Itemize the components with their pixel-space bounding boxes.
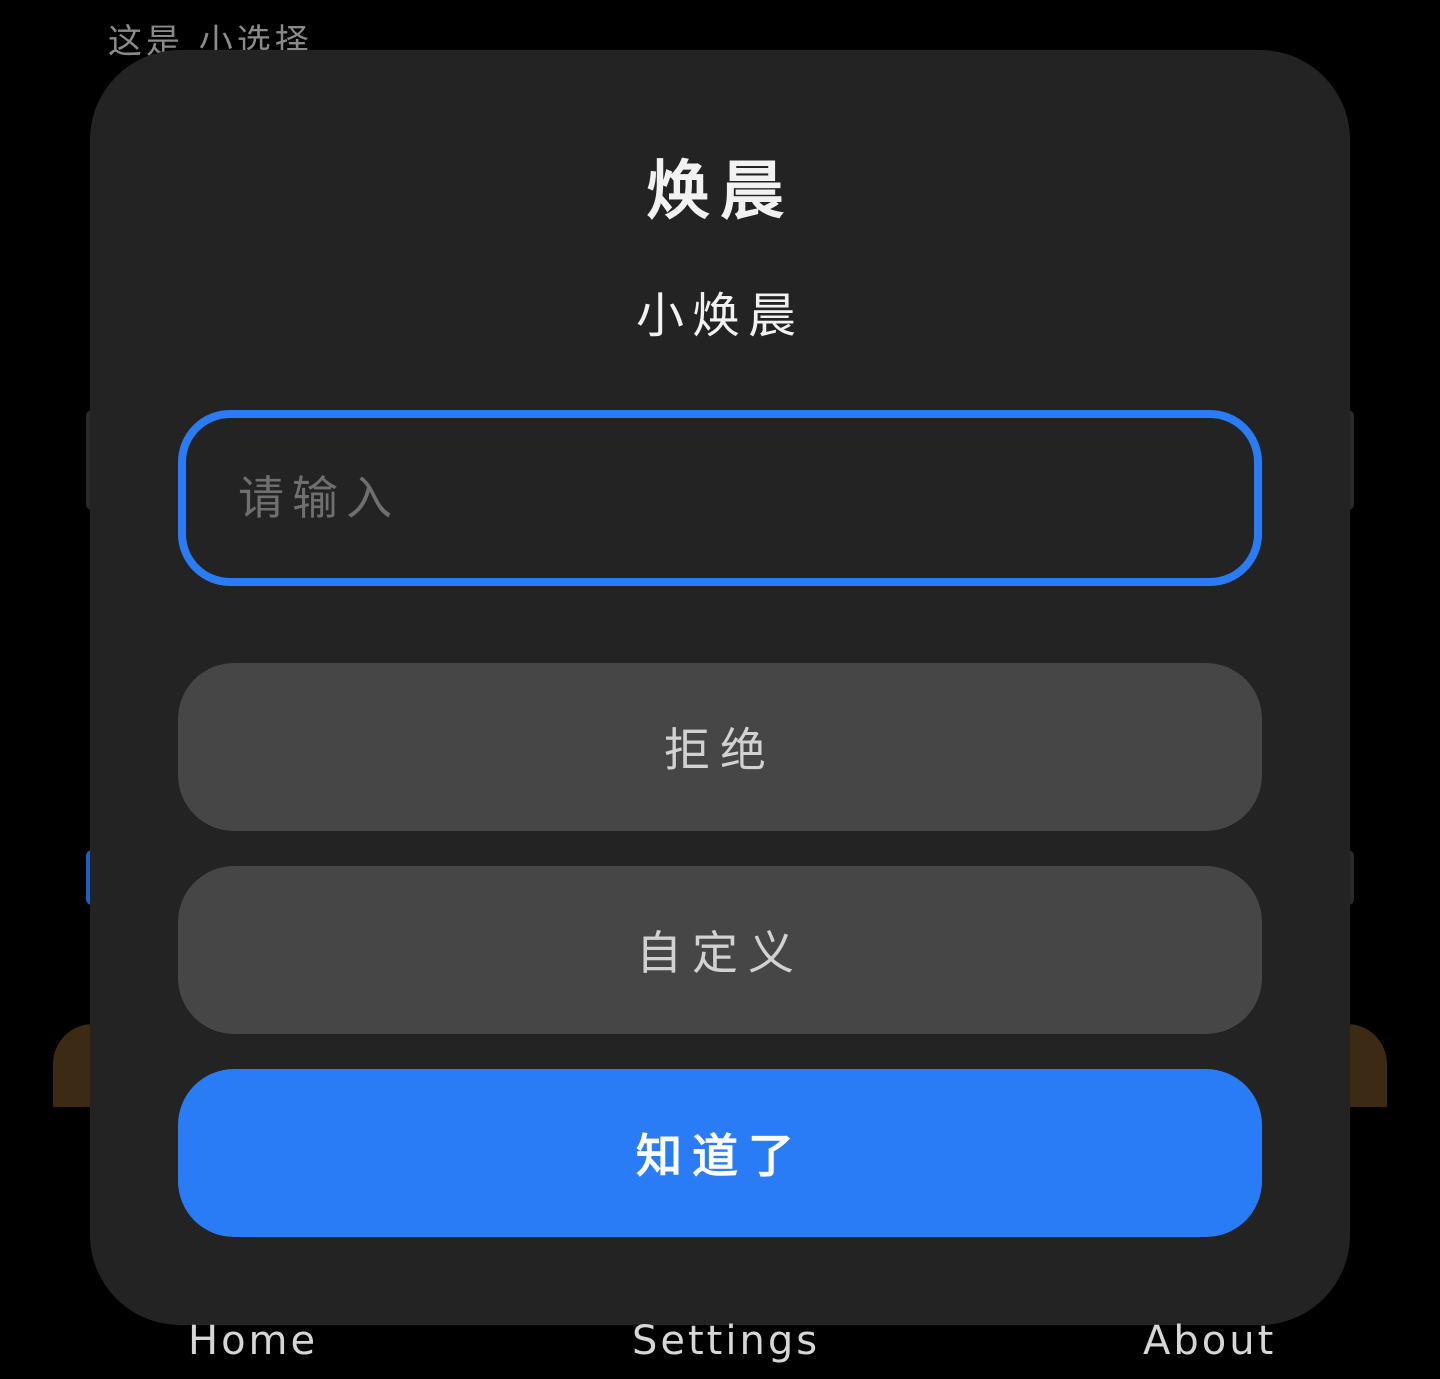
custom-button-label: 自定义 — [636, 926, 804, 980]
text-input-container[interactable] — [178, 410, 1262, 586]
nav-item-home[interactable]: Home — [188, 1318, 318, 1364]
dialog-subtitle: 小焕晨 — [635, 288, 804, 344]
reject-button-label: 拒绝 — [664, 723, 776, 777]
dialog-title: 焕晨 — [646, 154, 794, 229]
reject-button[interactable]: 拒绝 — [178, 663, 1262, 831]
text-input[interactable] — [186, 418, 1254, 578]
custom-button[interactable]: 自定义 — [178, 866, 1262, 1034]
nav-item-settings[interactable]: Settings — [632, 1318, 820, 1364]
screen: 这是 小选择 焕晨 小焕晨 拒绝 自定义 知道了 Home Settings A… — [0, 0, 1440, 1379]
ok-button[interactable]: 知道了 — [178, 1069, 1262, 1237]
ok-button-label: 知道了 — [636, 1129, 804, 1183]
nav-item-about[interactable]: About — [1143, 1318, 1276, 1364]
